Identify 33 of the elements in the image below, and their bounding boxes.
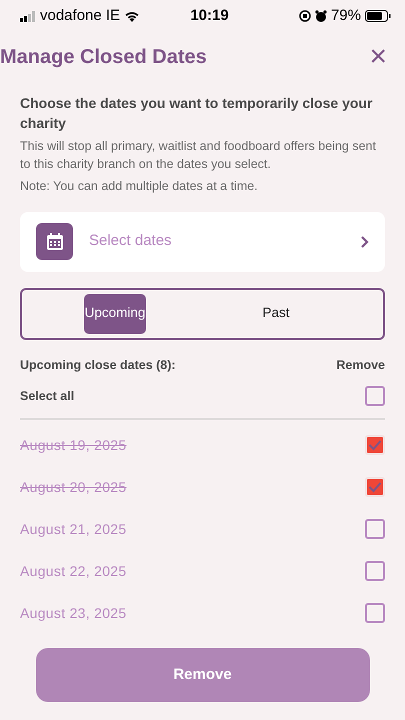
- check-icon: [368, 481, 382, 494]
- close-button[interactable]: ×: [365, 42, 391, 72]
- description-text: This will stop all primary, waitlist and foodboard offers being sent to this charity branch on the dates you select.: [20, 138, 377, 174]
- battery-icon: [365, 10, 391, 22]
- tab[interactable]: Upcoming: [84, 294, 146, 334]
- checkbox[interactable]: [365, 603, 385, 624]
- tab[interactable]: Past: [216, 294, 336, 334]
- date-label: August 21, 2025: [20, 520, 126, 539]
- chevron-right-icon: [360, 234, 369, 249]
- carrier-name: vodafone IE: [40, 6, 120, 26]
- date-picker[interactable]: Select dates: [20, 212, 385, 272]
- battery-percentage: 79%: [330, 6, 361, 26]
- alarm-icon: [314, 10, 327, 22]
- select-all-label: Select all: [20, 388, 74, 405]
- checkbox[interactable]: [365, 561, 385, 582]
- remove-button[interactable]: Remove: [36, 648, 370, 702]
- column-label: Remove: [336, 356, 385, 374]
- date-label: August 20, 2025: [20, 478, 126, 497]
- check-icon: [368, 439, 382, 452]
- note-text: Note: You can add multiple dates at a time.: [20, 178, 259, 196]
- signal-icon: [20, 10, 36, 22]
- clock-time: 10:19: [190, 6, 229, 26]
- calendar-icon: [36, 223, 73, 260]
- list-title: Upcoming close dates (8):: [20, 356, 176, 374]
- date-label: August 19, 2025: [20, 436, 126, 455]
- date-label: August 22, 2025: [20, 562, 126, 581]
- wifi-icon: [124, 10, 140, 22]
- lock-rotation-icon: [298, 10, 311, 22]
- date-label: August 23, 2025: [20, 604, 126, 623]
- checkbox[interactable]: [365, 519, 385, 540]
- checkbox[interactable]: [365, 386, 385, 406]
- page-title: Manage Closed Dates: [0, 45, 207, 69]
- section-heading: Choose the dates you want to temporarily close your charity: [20, 94, 374, 133]
